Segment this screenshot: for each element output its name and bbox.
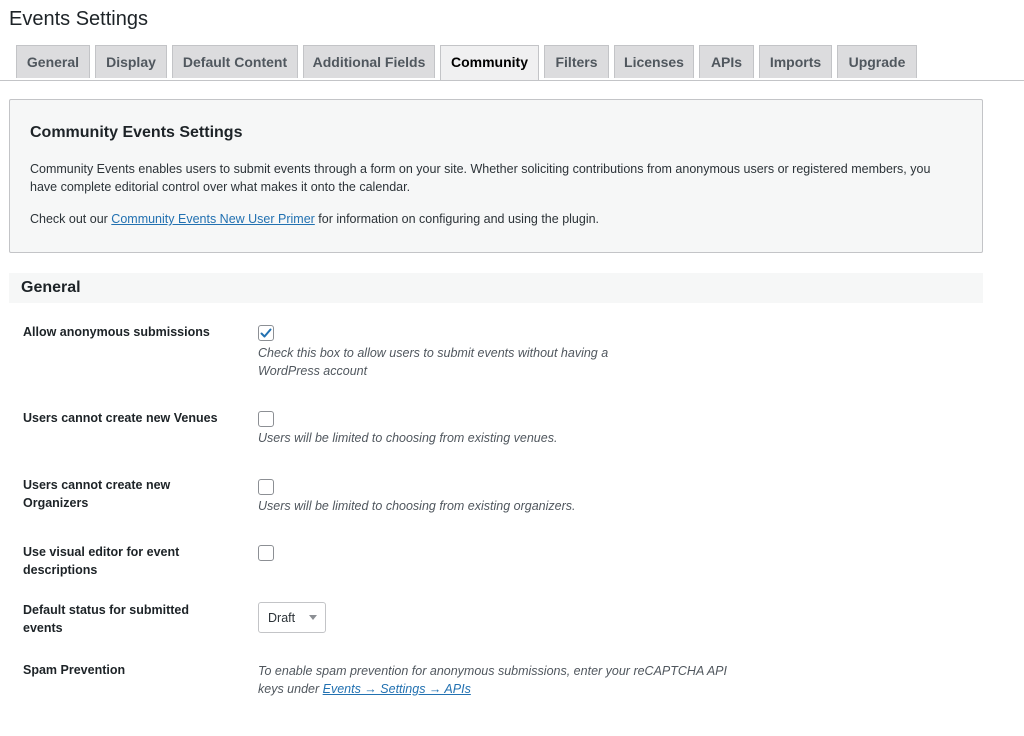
intro-title: Community Events Settings xyxy=(30,124,243,141)
primer-suffix: for information on configuring and using… xyxy=(314,212,600,226)
organizers-description: Users will be limited to choosing from e… xyxy=(258,499,576,513)
tab-licenses[interactable]: Licenses xyxy=(614,45,694,78)
tab-additional-fields[interactable]: Additional Fields xyxy=(303,45,435,78)
tab-bar: General Display Default Content Addition… xyxy=(0,45,1024,81)
checkmark-icon xyxy=(260,328,272,338)
spam-prevention-description: To enable spam prevention for anonymous … xyxy=(258,662,738,698)
visual-editor-checkbox[interactable] xyxy=(258,545,274,561)
intro-primer-text: Check out our Community Events New User … xyxy=(30,210,950,228)
default-status-label: Default status for submitted events xyxy=(23,603,189,635)
organizers-label: Users cannot create new Organizers xyxy=(23,478,171,510)
organizers-checkbox[interactable] xyxy=(258,479,274,495)
tab-imports[interactable]: Imports xyxy=(759,45,832,78)
intro-panel: Community Events Settings Community Even… xyxy=(9,99,983,253)
apis-settings-link[interactable]: Events → Settings → APIs xyxy=(323,682,471,696)
venues-checkbox[interactable] xyxy=(258,411,274,427)
primer-link[interactable]: Community Events New User Primer xyxy=(111,212,315,226)
venues-description: Users will be limited to choosing from e… xyxy=(258,431,558,445)
settings-page: Events Settings General Display Default … xyxy=(0,0,1024,736)
spam-prevention-label: Spam Prevention xyxy=(23,663,126,677)
anonymous-submissions-checkbox[interactable] xyxy=(258,325,274,341)
anonymous-submissions-label: Allow anonymous submissions xyxy=(23,325,210,339)
section-header-general: General xyxy=(9,273,983,303)
tab-default-content[interactable]: Default Content xyxy=(172,45,298,78)
anonymous-submissions-description: Check this box to allow users to submit … xyxy=(258,346,609,378)
visual-editor-label: Use visual editor for event descriptions xyxy=(23,545,180,577)
default-status-value: Draft xyxy=(268,611,296,625)
tab-general[interactable]: General xyxy=(16,45,90,78)
intro-description: Community Events enables users to submit… xyxy=(30,162,931,194)
tab-upgrade[interactable]: Upgrade xyxy=(837,45,917,78)
tab-community[interactable]: Community xyxy=(440,45,539,80)
page-title: Events Settings xyxy=(9,8,148,30)
tab-display[interactable]: Display xyxy=(95,45,167,78)
tab-apis[interactable]: APIs xyxy=(699,45,754,78)
tab-filters[interactable]: Filters xyxy=(544,45,609,78)
primer-prefix: Check out our xyxy=(30,212,112,226)
section-title: General xyxy=(21,279,81,296)
venues-label: Users cannot create new Venues xyxy=(23,411,218,425)
chevron-down-icon xyxy=(309,615,317,620)
default-status-select[interactable]: Draft xyxy=(258,602,326,633)
